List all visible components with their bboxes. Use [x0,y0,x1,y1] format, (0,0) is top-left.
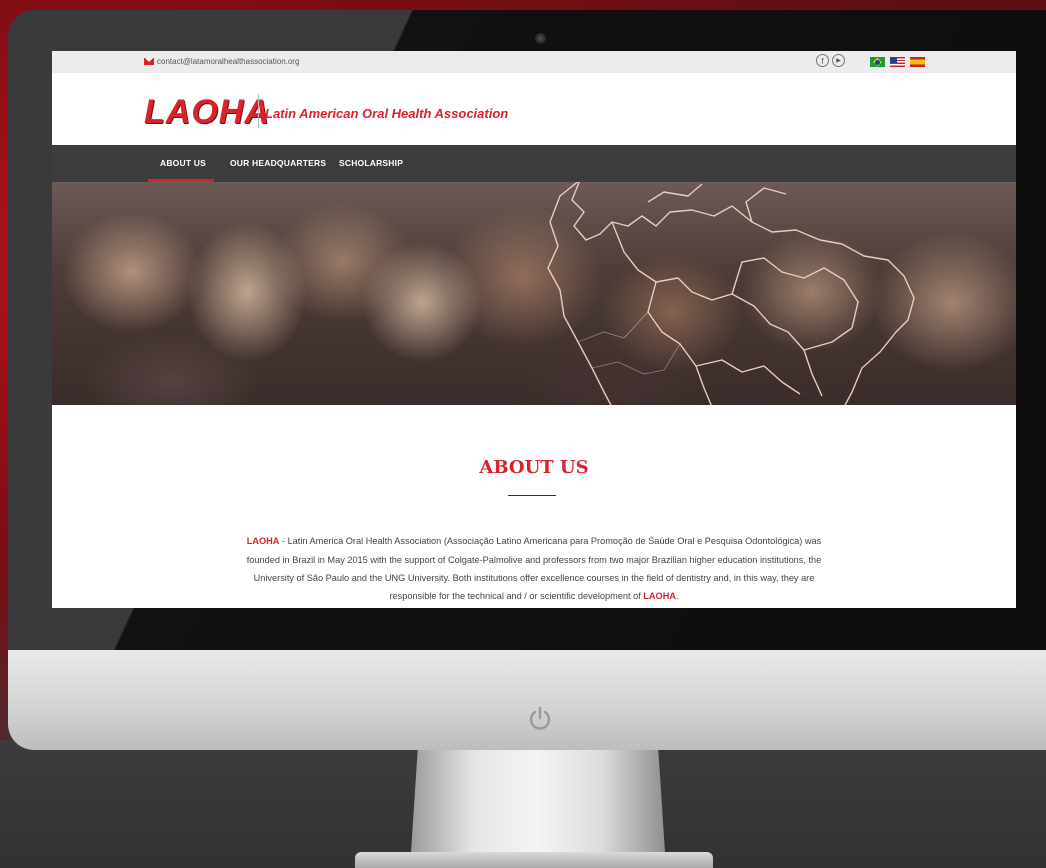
site-tagline: Latin American Oral Health Association [265,106,509,121]
camera-icon [535,33,546,44]
contact-email[interactable]: contact@latamoralhealthassociation.org [157,57,299,66]
nav-scholarship[interactable]: SCHOLARSHIP [339,158,403,168]
title-underline [508,495,556,496]
site-header: LAOHA Latin American Oral Health Associa… [52,73,1016,145]
south-america-map-image [547,182,915,405]
about-body-text: - Latin America Oral Health Association … [246,536,822,602]
social-links: f ▶ [816,54,845,67]
spain-flag-icon[interactable] [910,57,925,67]
about-tail-brand: LAOHA [643,591,676,602]
about-tail-punct: . [675,591,679,602]
top-bar: contact@latamoralhealthassociation.org f… [52,51,1016,73]
usa-flag-icon[interactable] [890,57,905,67]
language-selector [870,57,925,67]
contact-link[interactable]: contact@latamoralhealthassociation.org [144,57,299,66]
nav-about-us[interactable]: ABOUT US [160,158,206,168]
about-title: ABOUT US [479,457,589,478]
power-icon [529,706,551,730]
brazil-flag-icon[interactable] [870,57,885,67]
site-logo[interactable]: LAOHA [144,93,270,132]
monitor-stand-base [355,852,713,868]
facebook-icon[interactable]: f [816,54,829,67]
about-lead-brand: LAOHA [246,536,280,547]
about-paragraph: LAOHA - Latin America Oral Health Associ… [238,532,830,606]
main-nav: ABOUT US OUR HEADQUARTERS SCHOLARSHIP [52,145,1016,182]
hero-banner [52,182,1016,405]
browser-screen: contact@latamoralhealthassociation.org f… [52,51,1016,608]
about-section: ABOUT US LAOHA - Latin America Oral Heal… [52,405,1016,608]
monitor-chin [8,650,1046,750]
monitor-stand [410,750,666,868]
mail-icon [144,58,154,65]
logo-divider [258,94,259,128]
nav-our-headquarters[interactable]: OUR HEADQUARTERS [230,158,326,168]
youtube-icon[interactable]: ▶ [832,54,845,67]
